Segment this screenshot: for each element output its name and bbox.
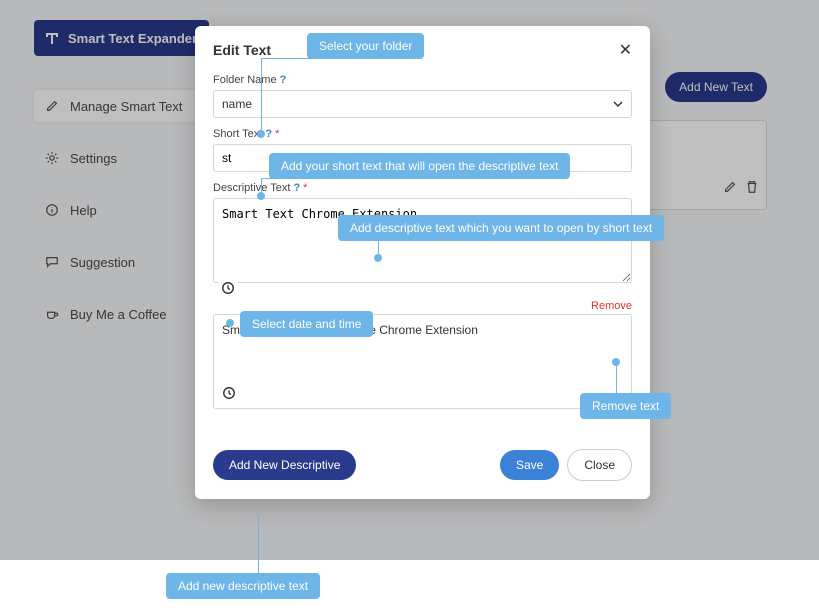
required-mark: * [275,128,279,140]
folder-name-label: Folder Name ? [213,74,632,86]
callout-short: Add your short text that will open the d… [269,153,570,179]
close-icon[interactable]: ✕ [619,40,632,60]
short-text-label: Short Text ? * [213,128,632,140]
callout-dot [374,254,382,262]
folder-name-value: name [222,97,252,111]
folder-name-select[interactable]: name [213,90,632,118]
clock-icon[interactable] [219,279,237,297]
help-icon[interactable]: ? [280,74,287,86]
add-new-descriptive-button[interactable]: Add New Descriptive [213,450,356,480]
help-icon[interactable]: ? [265,128,272,140]
callout-dot [257,192,265,200]
descriptive-text-label: Descriptive Text ? * [213,182,632,194]
callout-dot [257,130,265,138]
help-icon[interactable]: ? [293,182,300,194]
save-label: Save [516,458,543,472]
callout-remove: Remove text [580,393,671,419]
add-new-descriptive-label: Add New Descriptive [229,458,340,472]
required-mark: * [303,182,307,194]
chevron-down-icon [613,99,623,109]
callout-dot [226,319,234,327]
callout-desc: Add descriptive text which you want to o… [338,215,664,241]
callout-line [258,516,259,574]
callout-adddesc: Add new descriptive text [166,573,320,599]
edit-text-modal: Edit Text ✕ Folder Name ? name Short Tex… [195,26,650,499]
callout-dot [612,358,620,366]
save-button[interactable]: Save [500,450,559,480]
clock-icon[interactable] [220,384,238,402]
callout-line [261,58,262,133]
callout-line [616,362,617,394]
callout-datetime: Select date and time [240,311,373,337]
close-button[interactable]: Close [567,449,632,481]
close-label: Close [584,458,615,472]
callout-folder: Select your folder [307,33,424,59]
modal-title: Edit Text [213,42,271,58]
